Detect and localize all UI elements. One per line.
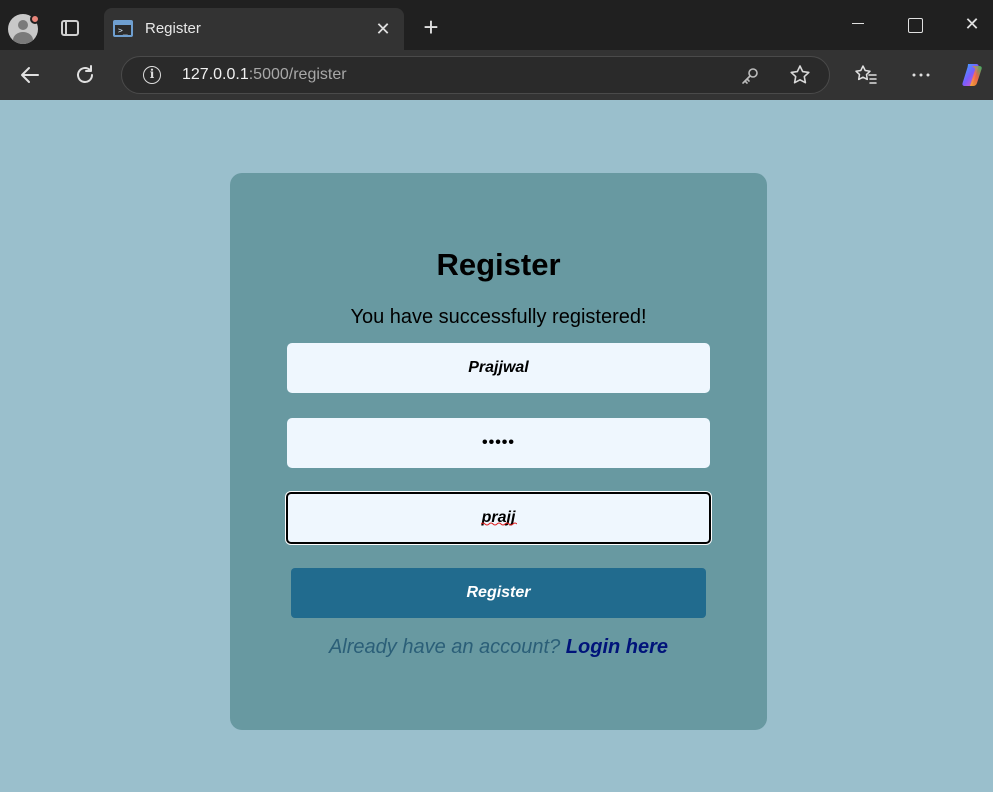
address-bar[interactable]: i 127.0.0.1:5000/register — [121, 56, 830, 94]
reload-icon[interactable] — [72, 62, 98, 88]
favorites-svg — [855, 65, 877, 84]
site-info-icon[interactable]: i — [143, 66, 161, 84]
active-tab[interactable]: >_ Register ✕ — [104, 8, 404, 50]
more-svg — [912, 73, 930, 77]
copilot-icon[interactable] — [959, 61, 987, 89]
reload-svg — [77, 65, 93, 83]
new-tab-plus-icon[interactable]: + — [418, 14, 444, 41]
browser-toolbar: i 127.0.0.1:5000/register — [0, 50, 993, 100]
login-prompt-line: Already have an account? Login here — [230, 636, 767, 659]
password-input[interactable] — [287, 418, 710, 468]
tab-close-icon[interactable]: ✕ — [372, 18, 394, 40]
profile-notification-badge — [30, 14, 40, 24]
tab-title: Register — [145, 20, 201, 37]
register-card: Register You have successfully registere… — [230, 173, 767, 730]
username-input[interactable] — [287, 343, 710, 393]
minimize-icon[interactable] — [846, 12, 870, 36]
favorite-star-icon[interactable] — [788, 63, 812, 87]
profile-body-shape — [13, 32, 33, 44]
window-close-icon[interactable]: ✕ — [960, 12, 984, 36]
spellcheck-underline — [481, 522, 517, 526]
url-path: :5000/register — [248, 66, 347, 83]
back-arrow-icon[interactable] — [17, 62, 43, 88]
maximize-icon[interactable] — [902, 12, 926, 36]
tab-actions-icon[interactable] — [56, 16, 84, 40]
url-host: 127.0.0.1 — [182, 66, 249, 83]
key-svg — [742, 68, 758, 84]
tab-actions-frame — [61, 20, 79, 36]
success-message: You have successfully registered! — [350, 306, 647, 328]
favorites-list-icon[interactable] — [853, 62, 879, 88]
copilot-svg — [962, 64, 982, 86]
confirm-input[interactable] — [286, 492, 711, 544]
star-svg — [790, 65, 810, 84]
back-arrow-svg — [21, 67, 39, 83]
url-text[interactable]: 127.0.0.1:5000/register — [182, 66, 347, 84]
login-prompt-text: Already have an account? — [328, 636, 561, 658]
tab-actions-divider — [65, 22, 67, 34]
more-options-icon[interactable] — [908, 62, 934, 88]
profile-head-shape — [18, 20, 28, 30]
page-viewport: Register You have successfully registere… — [0, 100, 993, 792]
page-title: Register — [436, 247, 561, 282]
login-here-link[interactable]: Login here — [566, 636, 668, 658]
browser-titlebar: >_ Register ✕ + ✕ — [0, 0, 993, 50]
favicon-prompt-glyph: >_ — [118, 26, 128, 35]
password-key-icon[interactable] — [739, 65, 761, 87]
register-button[interactable]: Register — [291, 568, 706, 618]
terminal-favicon-icon: >_ — [113, 20, 133, 37]
